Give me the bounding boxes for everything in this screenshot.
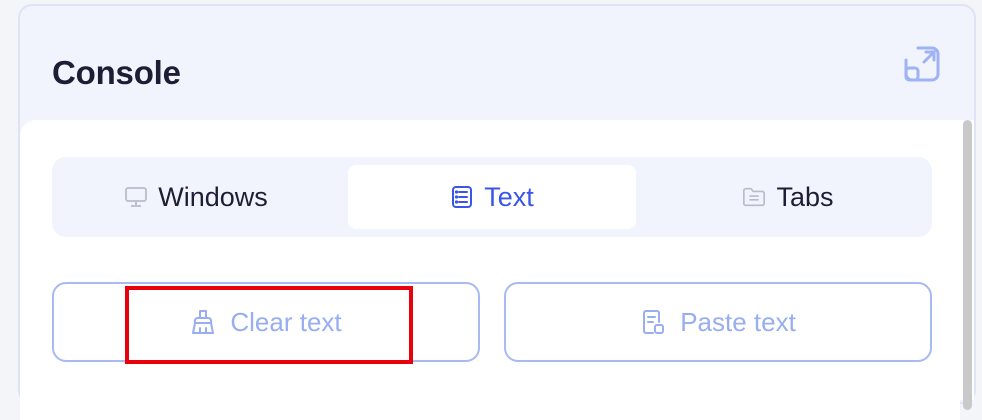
panel-header: Console <box>20 6 974 126</box>
scrollbar[interactable] <box>958 120 974 410</box>
scrollbar-thumb[interactable] <box>963 120 972 410</box>
tab-text[interactable]: Text <box>348 165 636 229</box>
broom-icon <box>190 309 216 335</box>
tab-tabs[interactable]: Tabs <box>652 165 924 229</box>
document-lines-icon <box>450 185 474 209</box>
tab-windows[interactable]: Windows <box>60 165 332 229</box>
tab-label: Text <box>484 181 534 212</box>
monitor-icon <box>124 185 148 209</box>
tab-bar: Windows Text Tabs <box>52 157 932 237</box>
clear-text-button[interactable]: Clear text <box>52 282 480 362</box>
panel-title: Console <box>52 54 181 91</box>
paste-text-label: Paste text <box>680 306 796 337</box>
clear-text-label: Clear text <box>230 306 342 337</box>
tab-label: Tabs <box>776 181 834 212</box>
tab-label: Windows <box>158 181 268 212</box>
external-open-icon[interactable] <box>902 44 942 84</box>
folder-icon <box>742 185 766 209</box>
paste-text-button[interactable]: Paste text <box>504 282 932 362</box>
paste-document-icon <box>640 309 666 335</box>
